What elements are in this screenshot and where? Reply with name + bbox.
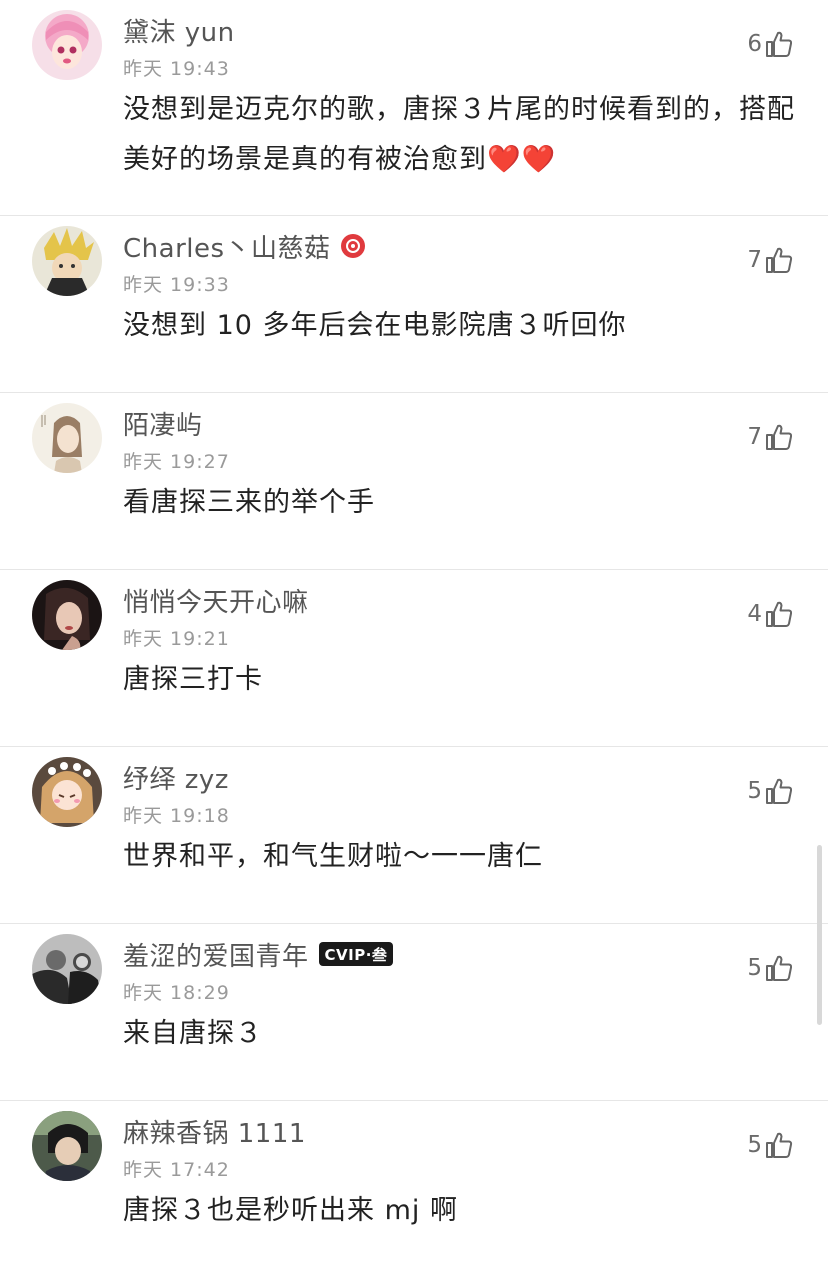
music-badge-icon bbox=[340, 234, 365, 258]
username[interactable]: 麻辣香锅 1111 bbox=[123, 1113, 306, 1150]
like-button[interactable]: 4 bbox=[747, 594, 794, 634]
username[interactable]: 黛沫 yun bbox=[123, 12, 235, 49]
comment-meta: 羞涩的爱国青年 CVIP·叁 昨天 18:29 bbox=[123, 934, 688, 1005]
timestamp: 昨天 19:43 bbox=[123, 58, 230, 80]
username[interactable]: 纾绎 zyz bbox=[123, 759, 229, 796]
timestamp: 昨天 18:29 bbox=[123, 982, 230, 1004]
comment-meta: Charles丶山慈菇 昨天 19:33 bbox=[123, 226, 688, 297]
thumbs-up-icon bbox=[766, 778, 793, 804]
comment-text: 世界和平，和气生财啦～一一唐仁 bbox=[123, 841, 543, 872]
user-avatar[interactable] bbox=[32, 1111, 102, 1181]
thumbs-up-icon bbox=[766, 601, 793, 627]
comment-item: 纾绎 zyz 昨天 19:18 5 世界和平，和气生财啦～一一唐仁 bbox=[0, 747, 828, 924]
like-button[interactable]: 7 bbox=[747, 417, 794, 457]
comment-meta: 纾绎 zyz 昨天 19:18 bbox=[123, 757, 688, 828]
username[interactable]: Charles丶山慈菇 bbox=[123, 228, 331, 265]
user-avatar[interactable] bbox=[32, 757, 102, 827]
like-button[interactable]: 6 bbox=[747, 24, 794, 64]
username[interactable]: 悄悄今天开心嘛 bbox=[123, 582, 309, 619]
like-count: 4 bbox=[747, 601, 762, 627]
user-avatar[interactable] bbox=[32, 226, 102, 296]
comment-item: 陌凄屿 昨天 19:27 7 看唐探三来的举个手 bbox=[0, 393, 828, 570]
comment-item: Charles丶山慈菇 昨天 19:33 7 没想到 10 多年后会在电影院唐３… bbox=[0, 216, 828, 393]
like-count: 6 bbox=[747, 31, 762, 57]
comment-meta: 黛沫 yun 昨天 19:43 bbox=[123, 10, 688, 81]
timestamp: 昨天 19:18 bbox=[123, 805, 230, 827]
comment-text: 看唐探三来的举个手 bbox=[123, 487, 375, 518]
thumbs-up-icon bbox=[766, 31, 793, 57]
vip-badge: CVIP·叁 bbox=[318, 942, 394, 966]
comment-item: 羞涩的爱国青年 CVIP·叁 昨天 18:29 5 来自唐探３ bbox=[0, 924, 828, 1101]
comment-text: 唐探３也是秒听出来 mj 啊 bbox=[123, 1195, 458, 1226]
comment-text: 唐探三打卡 bbox=[123, 664, 263, 695]
timestamp: 昨天 19:27 bbox=[123, 451, 230, 473]
like-button[interactable]: 5 bbox=[747, 771, 794, 811]
comment-meta: 悄悄今天开心嘛 昨天 19:21 bbox=[123, 580, 688, 651]
like-count: 7 bbox=[747, 424, 762, 450]
like-count: 5 bbox=[747, 1132, 762, 1158]
comment-list: 黛沫 yun 昨天 19:43 6 没想到是迈克尔的歌，唐探３片尾的时候看到的，… bbox=[0, 0, 828, 1274]
comment-item: 麻辣香锅 1111 昨天 17:42 5 唐探３也是秒听出来 mj 啊 bbox=[0, 1101, 828, 1274]
comment-item: 悄悄今天开心嘛 昨天 19:21 4 唐探三打卡 bbox=[0, 570, 828, 747]
user-avatar[interactable] bbox=[32, 403, 102, 473]
username[interactable]: 陌凄屿 bbox=[123, 405, 203, 442]
user-avatar[interactable] bbox=[32, 580, 102, 650]
comment-meta: 麻辣香锅 1111 昨天 17:42 bbox=[123, 1111, 688, 1182]
like-button[interactable]: 5 bbox=[747, 1125, 794, 1165]
thumbs-up-icon bbox=[766, 955, 793, 981]
user-avatar[interactable] bbox=[32, 10, 102, 80]
comment-text: 来自唐探３ bbox=[123, 1018, 263, 1049]
like-button[interactable]: 5 bbox=[747, 948, 794, 988]
timestamp: 昨天 17:42 bbox=[123, 1159, 230, 1181]
user-avatar[interactable] bbox=[32, 934, 102, 1004]
thumbs-up-icon bbox=[766, 424, 793, 450]
scrollbar[interactable] bbox=[817, 845, 822, 1025]
comment-text: 没想到是迈克尔的歌，唐探３片尾的时候看到的，搭配美好的场景是真的有被治愈到❤️❤… bbox=[123, 94, 795, 175]
like-count: 5 bbox=[747, 955, 762, 981]
timestamp: 昨天 19:33 bbox=[123, 274, 230, 296]
like-count: 5 bbox=[747, 778, 762, 804]
timestamp: 昨天 19:21 bbox=[123, 628, 230, 650]
comment-text: 没想到 10 多年后会在电影院唐３听回你 bbox=[123, 310, 627, 341]
comment-meta: 陌凄屿 昨天 19:27 bbox=[123, 403, 688, 474]
username[interactable]: 羞涩的爱国青年 bbox=[123, 936, 309, 973]
comment-item: 黛沫 yun 昨天 19:43 6 没想到是迈克尔的歌，唐探３片尾的时候看到的，… bbox=[0, 0, 828, 216]
thumbs-up-icon bbox=[766, 247, 793, 273]
thumbs-up-icon bbox=[766, 1132, 793, 1158]
like-button[interactable]: 7 bbox=[747, 240, 794, 280]
like-count: 7 bbox=[747, 247, 762, 273]
